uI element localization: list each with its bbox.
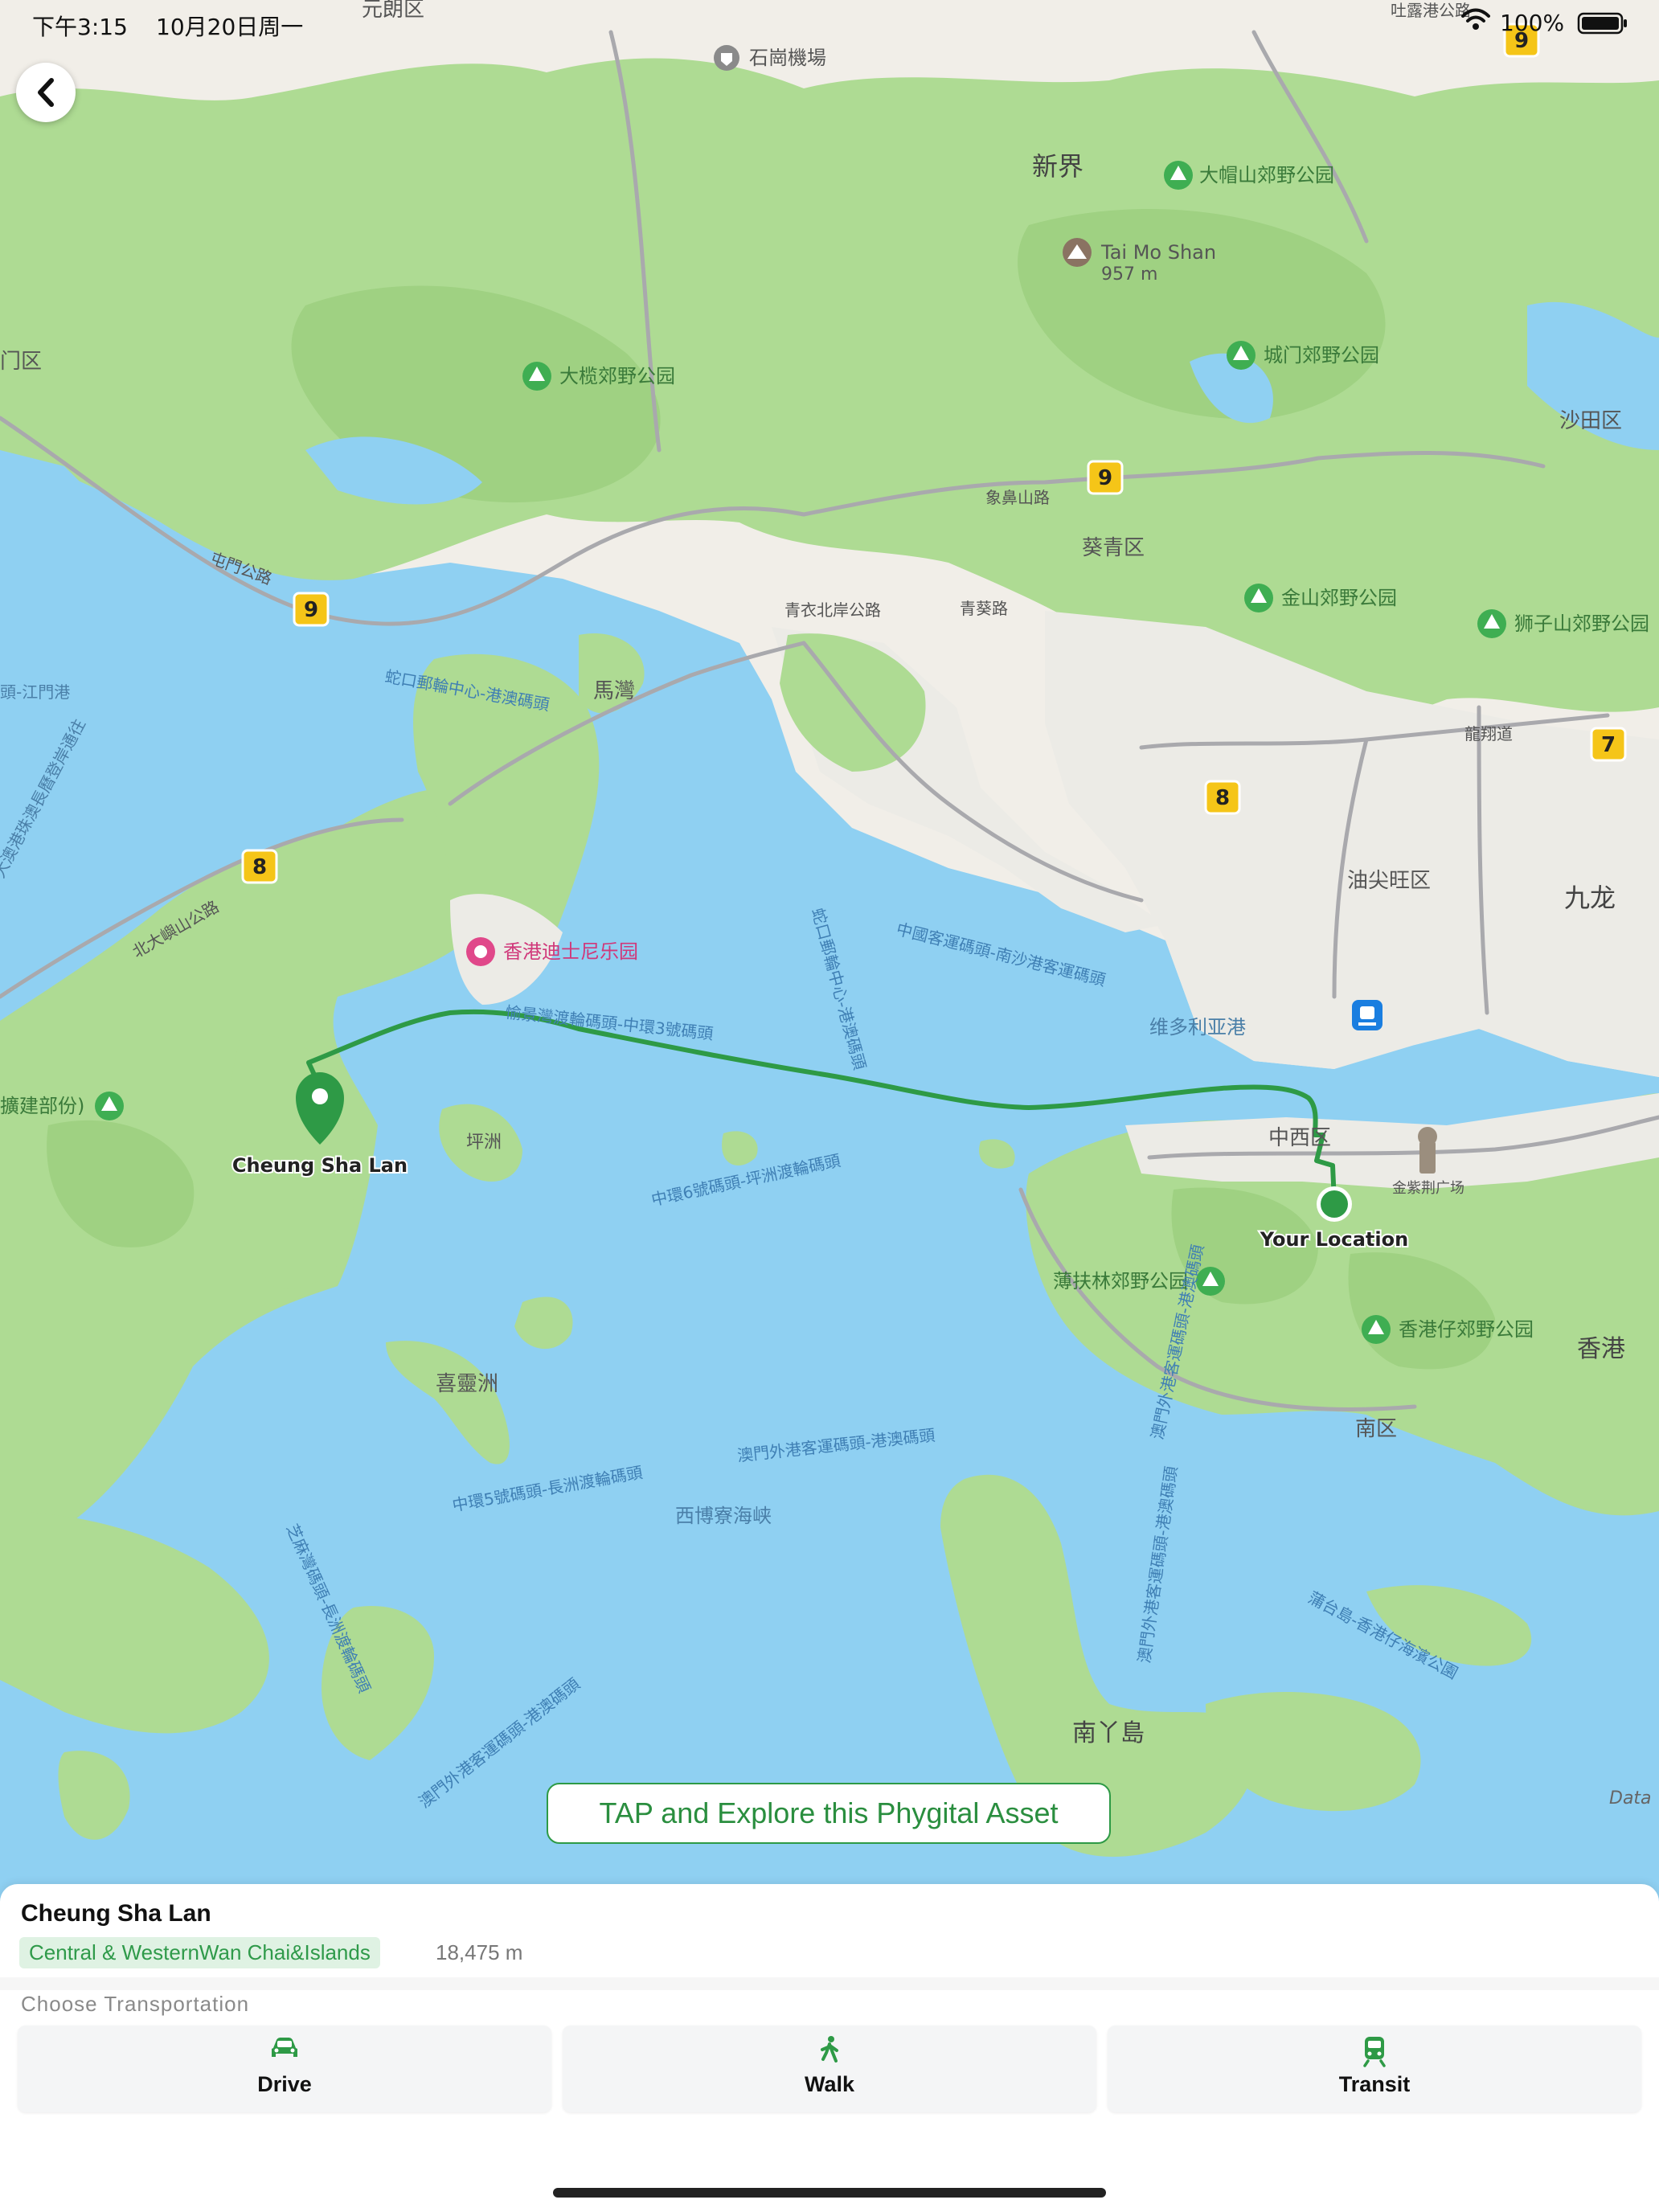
label-data: Data [1609, 1788, 1652, 1809]
svg-text:9: 9 [1098, 466, 1112, 490]
label-peng-chau: 坪洲 [466, 1133, 502, 1153]
svg-text:7: 7 [1601, 733, 1616, 757]
destination-label: Cheung Sha Lan [232, 1154, 408, 1177]
label-yau-tsim-mong: 油尖旺区 [1347, 869, 1431, 893]
svg-text:香港迪士尼乐园: 香港迪士尼乐园 [503, 940, 638, 963]
svg-text:大帽山郊野公园: 大帽山郊野公园 [1199, 164, 1334, 186]
label-tuen-mun: 门区 [0, 350, 42, 374]
svg-text:象鼻山路: 象鼻山路 [985, 488, 1050, 507]
label-central-western: 中西区 [1268, 1126, 1331, 1150]
svg-text:957 m: 957 m [1101, 264, 1157, 285]
district-badge: Central & WesternWan Chai&Islands [19, 1937, 380, 1968]
svg-text:狮子山郊野公园: 狮子山郊野公园 [1514, 612, 1649, 635]
label-golden-bauhinia: 金紫荆广场 [1392, 1180, 1464, 1197]
battery-percent: 100% [1500, 10, 1565, 36]
map-view[interactable]: 9 9 9 8 8 7 元朗区 门区 新界 馬灣 沙田区 葵青区 油尖旺区 九龙… [0, 0, 1659, 2212]
status-date: 10月20日周一 [156, 14, 304, 40]
park-icon [1164, 161, 1193, 190]
svg-text:8: 8 [1215, 786, 1230, 810]
park-icon [1362, 1315, 1391, 1344]
wifi-icon [1461, 6, 1490, 38]
svg-text:香港仔郊野公园: 香港仔郊野公园 [1399, 1318, 1534, 1341]
status-time: 下午3:15 [32, 14, 128, 40]
train-icon [1361, 2035, 1388, 2071]
park-icon [95, 1092, 124, 1120]
home-indicator [553, 2188, 1106, 2198]
svg-text:Tai Mo Shan: Tai Mo Shan [1100, 241, 1216, 264]
svg-text:城门郊野公园: 城门郊野公园 [1264, 344, 1379, 367]
label-southern: 南区 [1355, 1417, 1397, 1441]
current-location-dot [1317, 1186, 1352, 1222]
label-kowloon: 九龙 [1564, 883, 1616, 913]
drive-button[interactable]: Drive [18, 2026, 551, 2112]
label-kwai-tsing: 葵青区 [1082, 536, 1145, 560]
transit-button[interactable]: Transit [1108, 2026, 1641, 2112]
park-icon [522, 362, 551, 391]
current-location-label: Your Location [1260, 1228, 1408, 1251]
metro-station-icon [1352, 1000, 1382, 1030]
label-west-lamma: 西博寮海峡 [675, 1505, 772, 1527]
label-lamma: 南丫島 [1072, 1719, 1145, 1747]
walk-button[interactable]: Walk [563, 2026, 1096, 2112]
label-ma-wan: 馬灣 [593, 679, 635, 703]
label-yuen-long: 元朗区 [362, 0, 424, 22]
park-icon [1477, 609, 1506, 638]
park-icon [1244, 584, 1273, 612]
transit-label: Transit [1338, 2072, 1411, 2096]
label-victoria-harbour: 维多利亚港 [1149, 1016, 1246, 1038]
svg-text:青衣北岸公路: 青衣北岸公路 [784, 600, 881, 620]
svg-text:吐露港公路: 吐露港公路 [1391, 1, 1471, 20]
svg-text:薄扶林郊野公园: 薄扶林郊野公园 [1053, 1270, 1188, 1292]
label-hong-kong: 香港 [1577, 1335, 1625, 1363]
label-new-territories: 新界 [1032, 151, 1083, 182]
svg-text:金山郊野公园: 金山郊野公园 [1281, 587, 1397, 609]
svg-text:龍翔道: 龍翔道 [1464, 724, 1513, 743]
park-icon [1227, 341, 1256, 370]
mountain-icon [1063, 238, 1092, 267]
svg-text:9: 9 [304, 598, 318, 622]
disneyland-icon [466, 937, 495, 966]
route-info-sheet: Cheung Sha Lan Central & WesternWan Chai… [0, 1884, 1659, 2212]
back-button[interactable] [16, 63, 76, 122]
svg-text:大榄郊野公园: 大榄郊野公园 [559, 365, 675, 387]
label-hei-ling-chau: 喜靈洲 [436, 1372, 498, 1396]
car-icon [268, 2035, 301, 2067]
landmark-icon [1418, 1127, 1437, 1174]
svg-text:頭-江門港: 頭-江門港 [0, 682, 70, 702]
walk-icon [816, 2035, 843, 2070]
choose-transport-label: Choose Transportation [21, 1992, 250, 2016]
svg-text:石崗機場: 石崗機場 [749, 47, 826, 69]
battery-icon [1577, 11, 1628, 41]
drive-label: Drive [257, 2072, 312, 2096]
label-sha-tin: 沙田区 [1559, 409, 1622, 433]
distance-value: 18,475 m [436, 1940, 523, 1964]
chevron-left-icon [38, 78, 54, 107]
svg-text:擴建部份): 擴建部份) [0, 1095, 84, 1117]
airport-icon [714, 45, 739, 71]
svg-text:8: 8 [252, 855, 267, 879]
place-title: Cheung Sha Lan [21, 1900, 211, 1927]
divider [0, 1977, 1659, 1990]
explore-asset-button[interactable]: TAP and Explore this Phygital Asset [547, 1783, 1111, 1844]
svg-text:青葵路: 青葵路 [960, 599, 1008, 618]
walk-label: Walk [804, 2072, 854, 2096]
